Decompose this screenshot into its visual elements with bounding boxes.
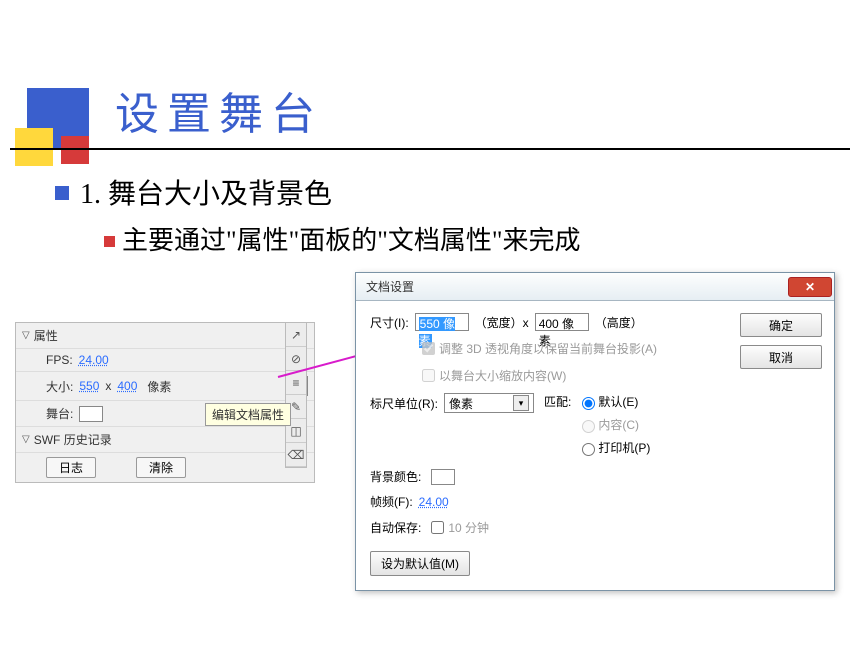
dialog-title: 文档设置 <box>366 278 414 295</box>
chevron-down-icon[interactable]: ▽ <box>22 330 30 341</box>
log-button[interactable]: 日志 <box>46 457 96 478</box>
framerate-label: 帧频(F): <box>370 493 413 510</box>
autosave-value: 10 分钟 <box>448 519 489 536</box>
width-value[interactable]: 550 <box>79 379 99 393</box>
autosave-checkbox[interactable] <box>431 521 444 534</box>
tool-icon-column: ↗ ⊘ ≡ ✎ ◫ ⌫ <box>285 322 307 468</box>
adjust-3d-label: 调整 3D 透视角度以保留当前舞台投影(A) <box>439 340 657 357</box>
fps-value[interactable]: 24.00 <box>79 353 109 367</box>
x-sep: x <box>105 379 111 393</box>
logo-decor <box>15 88 105 178</box>
chevron-down-icon[interactable]: ▽ <box>22 434 30 445</box>
match-default-label: 默认(E) <box>598 393 638 410</box>
stage-color-swatch[interactable] <box>79 406 103 422</box>
match-content-label: 内容(C) <box>598 416 639 433</box>
section-1-num: 1. <box>80 179 101 210</box>
set-default-button[interactable]: 设为默认值(M) <box>370 551 470 576</box>
height-text: （高度） <box>595 314 643 331</box>
tool-icon[interactable]: ↗ <box>286 323 306 347</box>
section-1-text: 舞台大小及背景色 <box>108 179 332 210</box>
ruler-unit-label: 标尺单位(R): <box>370 395 438 412</box>
cancel-button[interactable]: 取消 <box>740 345 822 369</box>
section-2: 主要通过"属性"面板的"文档属性"来完成 <box>122 220 580 257</box>
height-value[interactable]: 400 <box>117 379 137 393</box>
close-icon[interactable]: ✕ <box>788 277 832 297</box>
scale-content-checkbox <box>422 369 435 382</box>
dimension-label: 尺寸(I): <box>370 314 409 331</box>
adjust-3d-checkbox <box>422 342 435 355</box>
fps-label: FPS: <box>46 353 73 367</box>
dialog-titlebar[interactable]: 文档设置 ✕ <box>356 273 834 301</box>
width-input[interactable]: 550 像素 <box>415 313 469 331</box>
tool-icon[interactable]: ⌫ <box>286 443 306 467</box>
section-1: 1. 舞台大小及背景色 <box>80 172 332 212</box>
title-underline <box>10 148 850 150</box>
bg-color-swatch[interactable] <box>431 469 455 485</box>
chevron-down-icon: ▾ <box>513 395 529 411</box>
tooltip-edit-doc-props: 编辑文档属性 <box>205 403 291 426</box>
unit-label: 像素 <box>147 378 171 395</box>
match-default-radio[interactable] <box>582 397 595 410</box>
framerate-value[interactable]: 24.00 <box>419 495 449 509</box>
ruler-unit-select[interactable]: 像素 ▾ <box>444 393 534 413</box>
document-settings-dialog: 文档设置 ✕ 尺寸(I): 550 像素 （宽度）x 400 像素 （高度） 调… <box>355 272 835 591</box>
bullet-red <box>104 236 115 247</box>
match-printer-radio[interactable] <box>582 443 595 456</box>
bg-color-label: 背景颜色: <box>370 468 421 485</box>
match-printer-label: 打印机(P) <box>598 439 650 456</box>
clear-button[interactable]: 清除 <box>136 457 186 478</box>
scale-content-label: 以舞台大小缩放内容(W) <box>439 367 566 384</box>
group-swf-label: SWF 历史记录 <box>34 431 112 448</box>
ok-button[interactable]: 确定 <box>740 313 822 337</box>
match-content-radio <box>582 420 595 433</box>
tool-icon[interactable]: ⊘ <box>286 347 306 371</box>
bullet-blue <box>55 186 69 200</box>
width-text: （宽度）x <box>475 314 529 331</box>
height-input[interactable]: 400 像素 <box>535 313 589 331</box>
stage-label: 舞台: <box>46 405 73 422</box>
ruler-unit-value: 像素 <box>449 395 473 412</box>
match-label: 匹配: <box>544 393 571 456</box>
autosave-label: 自动保存: <box>370 519 421 536</box>
slide-title: 设置舞台 <box>115 78 323 142</box>
size-label: 大小: <box>46 378 73 395</box>
group-properties-label: 属性 <box>34 327 58 344</box>
